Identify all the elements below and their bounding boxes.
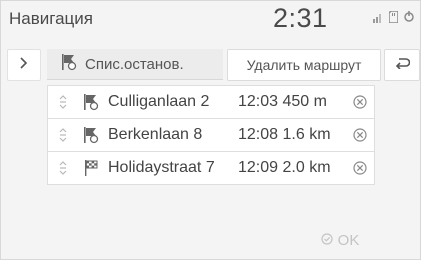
sd-card-icon xyxy=(388,10,399,28)
waypoint-flag-icon xyxy=(82,126,100,144)
signal-icon xyxy=(373,10,383,28)
power-icon xyxy=(404,10,414,28)
waypoint-flag-icon xyxy=(82,93,100,111)
destination-flag-icon xyxy=(82,159,100,177)
navigation-screen: Навигация 2:31 Спис.останов. Удалить мар… xyxy=(0,0,421,260)
stop-row[interactable]: Culliganlaan 2 12:03 450 m xyxy=(47,85,375,119)
drag-handle-icon[interactable] xyxy=(56,128,70,142)
stop-name: Holidaystraat 7 xyxy=(108,159,215,176)
flag-list-icon xyxy=(61,53,77,76)
stop-arrival: 12:08 xyxy=(238,126,279,143)
screen-title: Навигация xyxy=(9,9,93,28)
stop-arrival: 12:03 xyxy=(238,93,279,110)
stop-list-label: Спис.останов. xyxy=(85,55,184,73)
remove-x-icon[interactable] xyxy=(352,94,368,110)
ok-button[interactable]: OK xyxy=(301,225,379,255)
status-icons xyxy=(373,10,414,28)
chevron-right-icon xyxy=(20,56,28,74)
stop-distance: 2.0 km xyxy=(282,159,331,176)
remove-x-icon[interactable] xyxy=(352,127,368,143)
stop-eta-distance: 12:09 2.0 km xyxy=(238,159,346,177)
clock: 2:31 xyxy=(273,3,328,33)
stop-name: Berkenlaan 8 xyxy=(108,126,203,143)
remove-x-icon[interactable] xyxy=(352,160,368,176)
stop-list-header: Спис.останов. xyxy=(47,49,223,80)
delete-route-button[interactable]: Удалить маршрут xyxy=(227,49,381,81)
ok-icon xyxy=(321,232,333,249)
stop-row[interactable]: Holidaystraat 7 12:09 2.0 km xyxy=(47,151,375,185)
ok-label: OK xyxy=(337,231,360,249)
stop-distance: 1.6 km xyxy=(282,126,331,143)
expand-panel-button[interactable] xyxy=(7,49,41,81)
drag-handle-icon[interactable] xyxy=(56,95,70,109)
drag-handle-icon[interactable] xyxy=(56,161,70,175)
stop-name: Culliganlaan 2 xyxy=(108,93,210,110)
stop-arrival: 12:09 xyxy=(238,159,279,176)
back-arrow-icon xyxy=(394,56,411,74)
stop-eta-distance: 12:03 450 m xyxy=(238,93,346,111)
stop-eta-distance: 12:08 1.6 km xyxy=(238,126,346,144)
header-bar: Навигация 2:31 xyxy=(1,1,421,39)
back-button[interactable] xyxy=(384,49,420,81)
stop-row[interactable]: Berkenlaan 8 12:08 1.6 km xyxy=(47,118,375,152)
stop-distance: 450 m xyxy=(282,93,327,110)
